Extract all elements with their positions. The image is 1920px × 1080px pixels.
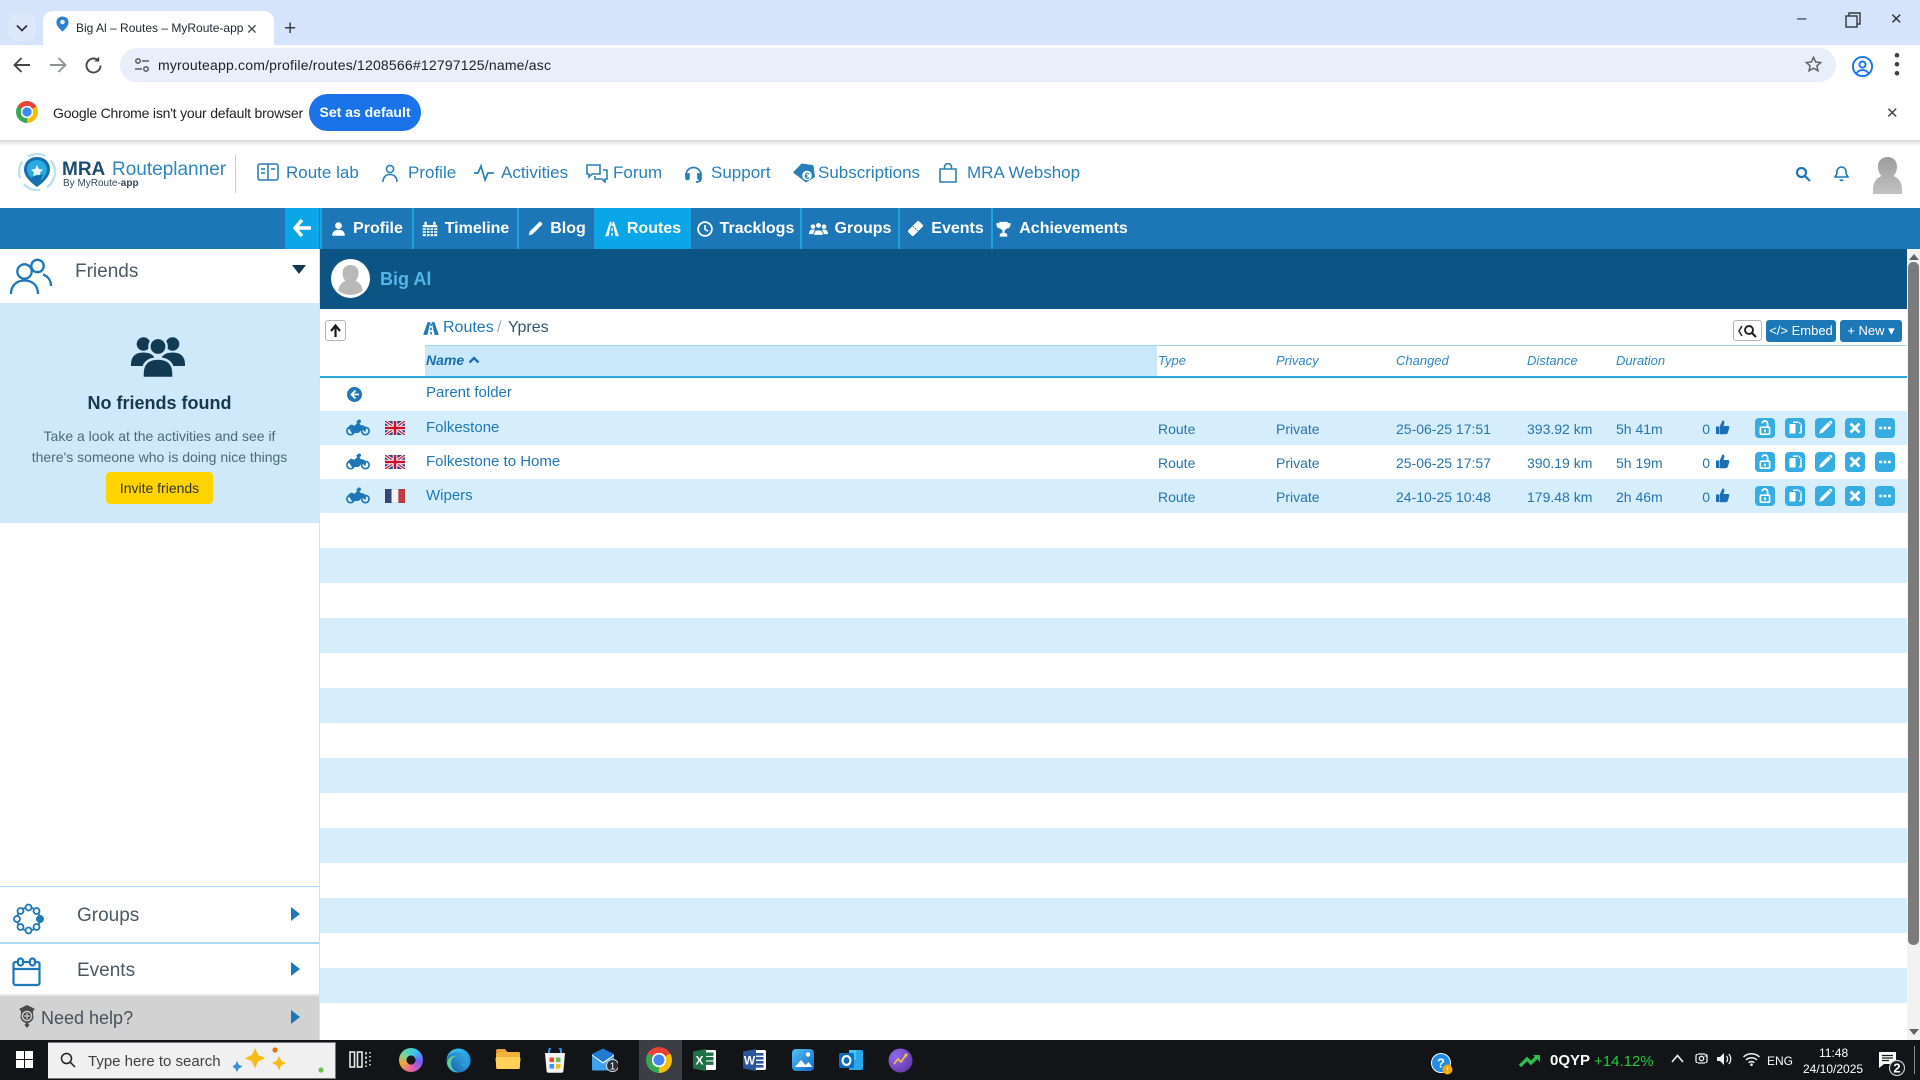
svg-text:€: € [804,171,810,182]
svg-text:1: 1 [610,1061,616,1072]
svg-text:2: 2 [1893,1061,1900,1076]
svg-text:X: X [695,1054,703,1068]
svg-text:W: W [744,1054,756,1068]
